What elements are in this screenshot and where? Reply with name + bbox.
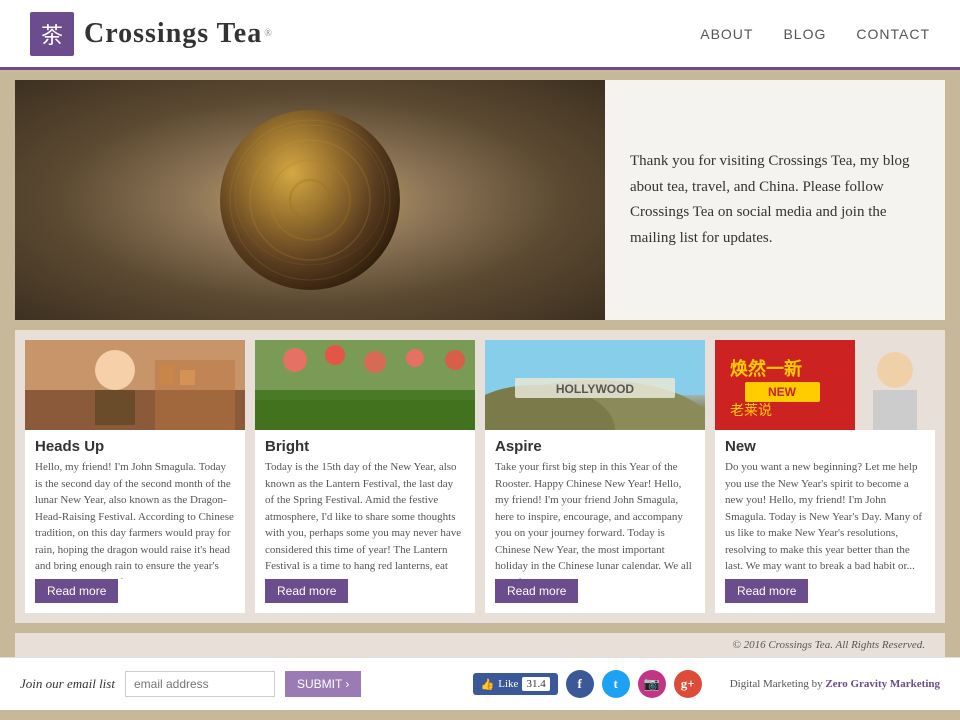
post-excerpt-bright: Today is the 15th day of the New Year, a… — [255, 459, 475, 579]
read-more-aspire[interactable]: Read more — [495, 579, 578, 603]
fb-thumbs-icon: 👍 — [481, 678, 495, 691]
dm-link[interactable]: Zero Gravity Marketing — [825, 678, 940, 690]
submit-button[interactable]: SUBMIT › — [285, 671, 361, 697]
post-card-new: 焕然一新 NEW 老莱说 New Do you want a new begin… — [715, 340, 935, 613]
copyright-bar: © 2016 Crossings Tea. All Rights Reserve… — [15, 633, 945, 657]
hero-text-panel: Thank you for visiting Crossings Tea, my… — [605, 80, 945, 320]
instagram-icon[interactable]: 📷 — [638, 670, 666, 698]
dm-prefix: Digital Marketing by — [730, 678, 823, 690]
svg-text:HOLLYWOOD: HOLLYWOOD — [556, 382, 635, 396]
hero-section: Thank you for visiting Crossings Tea, my… — [15, 80, 945, 320]
post-card-bright: Bright Today is the 15th day of the New … — [255, 340, 475, 613]
post-excerpt-new: Do you want a new beginning? Let me help… — [715, 459, 935, 579]
facebook-like-button[interactable]: 👍 Like 31.4 — [473, 673, 558, 695]
email-signup: Join our email list SUBMIT › — [20, 671, 361, 697]
main-nav: ABOUT BLOG CONTACT — [700, 26, 930, 42]
post-title-aspire: Aspire — [485, 430, 705, 459]
nav-contact[interactable]: CONTACT — [856, 26, 930, 42]
post-title-new: New — [715, 430, 935, 459]
post-excerpt-headsup: Hello, my friend! I'm John Smagula. Toda… — [25, 459, 245, 579]
copyright-text: © 2016 Crossings Tea. All Rights Reserve… — [732, 639, 925, 651]
logo-text: Crossings Tea — [84, 18, 262, 50]
post-thumb-bright — [255, 340, 475, 430]
read-more-bright[interactable]: Read more — [265, 579, 348, 603]
svg-text:老莱说: 老莱说 — [730, 403, 772, 419]
fb-count: 31.4 — [522, 677, 549, 691]
posts-grid: Heads Up Hello, my friend! I'm John Smag… — [15, 330, 945, 623]
post-card-headsup: Heads Up Hello, my friend! I'm John Smag… — [25, 340, 245, 613]
tea-cup-image — [220, 110, 400, 290]
post-card-aspire: HOLLYWOOD Aspire Take your first big ste… — [485, 340, 705, 613]
footer-bottom: Join our email list SUBMIT › 👍 Like 31.4… — [0, 657, 960, 710]
post-title-bright: Bright — [255, 430, 475, 459]
post-thumb-headsup — [25, 340, 245, 430]
read-more-new[interactable]: Read more — [725, 579, 808, 603]
nav-about[interactable]: ABOUT — [700, 26, 753, 42]
fb-like-label: Like — [498, 678, 518, 690]
facebook-icon[interactable]: f — [566, 670, 594, 698]
svg-text:焕然一新: 焕然一新 — [730, 358, 802, 379]
nav-blog[interactable]: BLOG — [783, 26, 826, 42]
logo-trademark: ® — [264, 28, 272, 39]
logo-chinese-char: 茶 — [41, 18, 63, 50]
email-list-label: Join our email list — [20, 676, 115, 692]
post-excerpt-aspire: Take your first big step in this Year of… — [485, 459, 705, 579]
hero-description: Thank you for visiting Crossings Tea, my… — [630, 149, 920, 251]
logo-icon: 茶 — [30, 12, 74, 56]
read-more-headsup[interactable]: Read more — [35, 579, 118, 603]
email-input[interactable] — [125, 671, 275, 697]
post-title-headsup: Heads Up — [25, 430, 245, 459]
post-thumb-new: 焕然一新 NEW 老莱说 — [715, 340, 935, 430]
footer-social: 👍 Like 31.4 f t 📷 g+ Digital Marketing b… — [473, 670, 940, 698]
twitter-icon[interactable]: t — [602, 670, 630, 698]
logo-area: 茶 Crossings Tea ® — [30, 12, 272, 56]
header: 茶 Crossings Tea ® ABOUT BLOG CONTACT — [0, 0, 960, 70]
svg-text:NEW: NEW — [768, 385, 797, 399]
post-thumb-aspire: HOLLYWOOD — [485, 340, 705, 430]
digital-marketing: Digital Marketing by Zero Gravity Market… — [730, 678, 940, 690]
hero-image — [15, 80, 605, 320]
googleplus-icon[interactable]: g+ — [674, 670, 702, 698]
